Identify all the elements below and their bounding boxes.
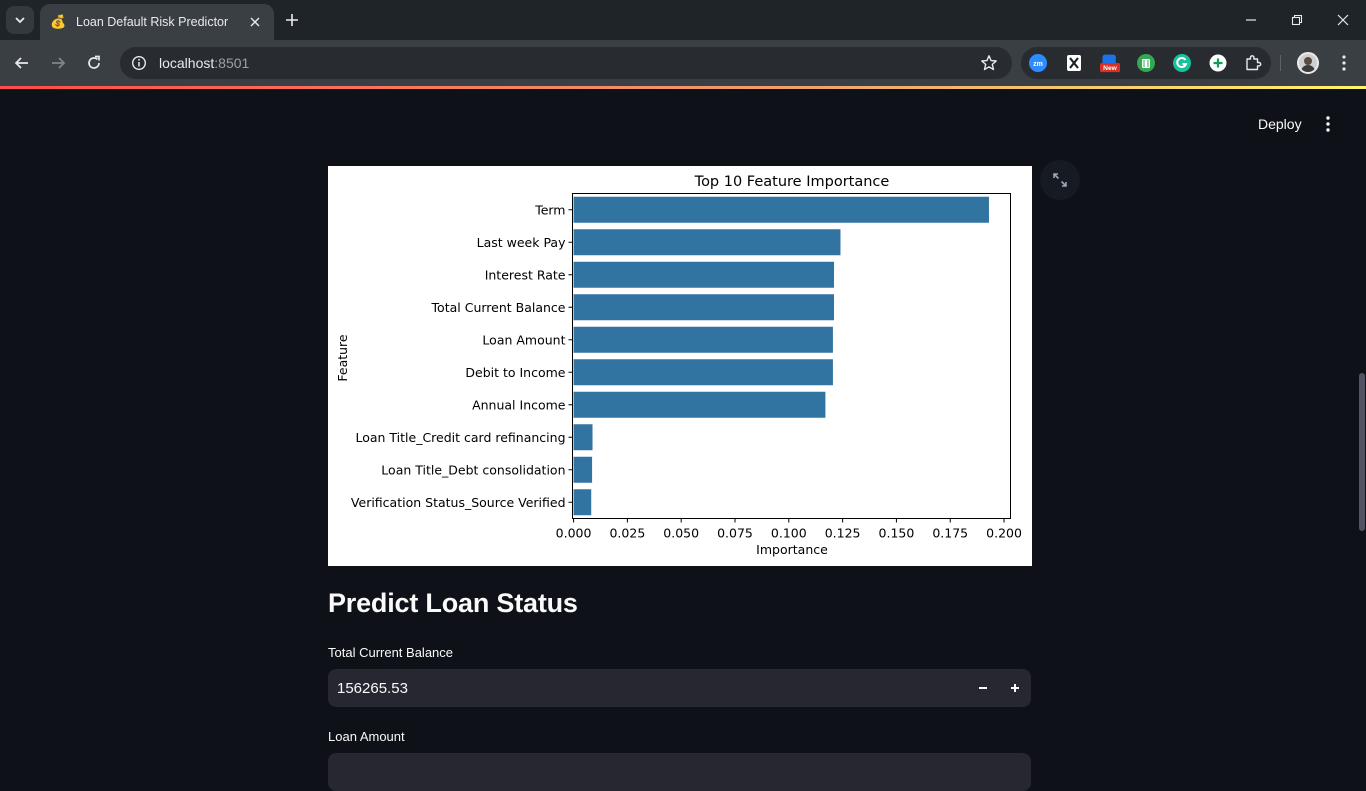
bookmark-star-icon[interactable] (980, 54, 998, 72)
close-window-button[interactable] (1329, 6, 1357, 34)
grammarly-icon[interactable] (1172, 53, 1192, 73)
chart-bar (573, 359, 833, 386)
chart-x-tick-label: 0.025 (609, 526, 645, 541)
tab-title: Loan Default Risk Predictor (76, 15, 229, 29)
chart-x-tick-label: 0.200 (986, 526, 1022, 541)
money-bag-icon: 💰 (50, 14, 67, 29)
fullscreen-button[interactable] (1040, 160, 1080, 200)
chart-y-tick-label: Verification Status_Source Verified (351, 495, 566, 510)
chart-y-tick-label: Loan Amount (482, 332, 565, 347)
extensions-icon[interactable] (1243, 53, 1263, 73)
close-icon (250, 17, 260, 27)
close-icon (1337, 14, 1349, 26)
browser-toolbar: localhost:8501 zm New (0, 40, 1366, 86)
chart-y-tick-label: Annual Income (472, 397, 566, 412)
arrow-left-icon (14, 57, 28, 69)
browser-tabbar: 💰 Loan Default Risk Predictor (0, 0, 1366, 40)
chart-x-axis-label: Importance (756, 542, 828, 557)
chart-y-ticks: Term Last week Pay Interest Rate Total Curr… (351, 202, 573, 510)
tab-search-button[interactable] (6, 6, 34, 34)
reload-icon (88, 55, 100, 69)
total-current-balance-value[interactable]: 156265.53 (328, 680, 967, 697)
chart-bar (573, 489, 592, 516)
plus-circle-icon[interactable] (1208, 53, 1228, 73)
back-button[interactable] (8, 49, 36, 77)
streamlit-decoration-bar (0, 86, 1366, 89)
chart-x-tick-label: 0.075 (717, 526, 753, 541)
chart-x-tick-label: 0.100 (771, 526, 807, 541)
chart-x-tick-label: 0.175 (932, 526, 968, 541)
total-current-balance-label: Total Current Balance (328, 645, 454, 660)
puzzle-mask-icon[interactable] (1064, 53, 1084, 73)
chart-x-tick-label: 0.050 (663, 526, 699, 541)
url-port: :8501 (214, 55, 250, 71)
chart-y-tick-label: Loan Title_Debt consolidation (381, 462, 565, 477)
zoom-icon[interactable]: zm (1028, 53, 1048, 73)
browser-tab-active[interactable]: 💰 Loan Default Risk Predictor (40, 4, 274, 40)
chart-y-tick-label: Term (534, 202, 565, 217)
page-scrollbar-thumb[interactable] (1359, 373, 1365, 531)
minus-icon (979, 687, 987, 689)
chart-bar (573, 456, 593, 483)
deploy-button[interactable]: Deploy (1248, 112, 1312, 136)
chart-y-tick-label: Loan Title_Credit card refinancing (355, 430, 565, 445)
loan-amount-label: Loan Amount (328, 729, 405, 744)
plus-icon (1011, 684, 1019, 692)
feature-importance-figure: Top 10 Feature Importance Feature Import… (328, 166, 1032, 566)
more-vertical-icon (1326, 116, 1330, 132)
minimize-button[interactable] (1237, 6, 1265, 34)
chart-bar (573, 326, 833, 353)
extensions-bar: zm New (1021, 47, 1271, 79)
chrome-menu-button[interactable] (1334, 52, 1354, 74)
total-current-balance-input[interactable]: 156265.53 (328, 669, 1031, 707)
chart-bar (573, 196, 989, 223)
info-circle-icon (131, 55, 147, 71)
restore-icon (1291, 14, 1303, 26)
chart-y-tick-label: Total Current Balance (431, 300, 566, 315)
chart-bar (573, 229, 841, 256)
new-tab-button[interactable] (280, 8, 304, 32)
site-info-button[interactable] (122, 47, 156, 79)
chart-y-tick-label: Interest Rate (485, 267, 566, 282)
arrow-right-icon (52, 57, 66, 69)
profile-avatar[interactable] (1297, 52, 1319, 74)
chart-y-axis-label: Feature (335, 334, 350, 382)
svg-text:zm: zm (1033, 61, 1043, 68)
avatar-icon (1301, 57, 1315, 72)
forward-button[interactable] (44, 49, 72, 77)
chart-x-tick-label: 0.125 (825, 526, 861, 541)
tab-close-button[interactable] (246, 13, 264, 31)
chart-bar (573, 261, 835, 288)
chart-bar (573, 424, 593, 451)
chart-x-ticks: 0.000 0.025 0.050 0.075 0.100 0.125 0.150 0.175… (556, 518, 1022, 541)
chart-bar (573, 391, 826, 418)
reload-button[interactable] (80, 49, 108, 77)
chart-bars (573, 196, 989, 516)
address-bar[interactable]: localhost:8501 (120, 47, 1012, 79)
chart-y-tick-label: Debit to Income (465, 365, 565, 380)
chevron-down-icon (15, 17, 25, 24)
restore-button[interactable] (1283, 6, 1311, 34)
chart-x-tick-label: 0.000 (556, 526, 592, 541)
section-heading: Predict Loan Status (328, 588, 578, 618)
new-badge-ext-icon[interactable]: New (1100, 53, 1120, 73)
url-host: localhost (159, 55, 215, 71)
chart-title: Top 10 Feature Importance (694, 174, 890, 190)
android-ext-icon[interactable] (1136, 53, 1156, 73)
chart-bar (573, 294, 835, 321)
loan-amount-input[interactable] (328, 753, 1031, 791)
chart-y-tick-label: Last week Pay (477, 235, 566, 250)
more-vertical-icon (1342, 55, 1346, 71)
chart-x-tick-label: 0.150 (879, 526, 915, 541)
decrement-button[interactable] (967, 669, 999, 707)
new-badge-label: New (1103, 65, 1118, 72)
url-text: localhost:8501 (159, 55, 249, 71)
toolbar-divider (1280, 55, 1281, 71)
main-menu-button[interactable] (1318, 112, 1338, 136)
plus-icon (286, 14, 298, 26)
expand-icon (1053, 173, 1067, 187)
minimize-icon (1246, 19, 1256, 21)
increment-button[interactable] (999, 669, 1031, 707)
feature-importance-chart: Top 10 Feature Importance Feature Import… (335, 174, 1022, 557)
